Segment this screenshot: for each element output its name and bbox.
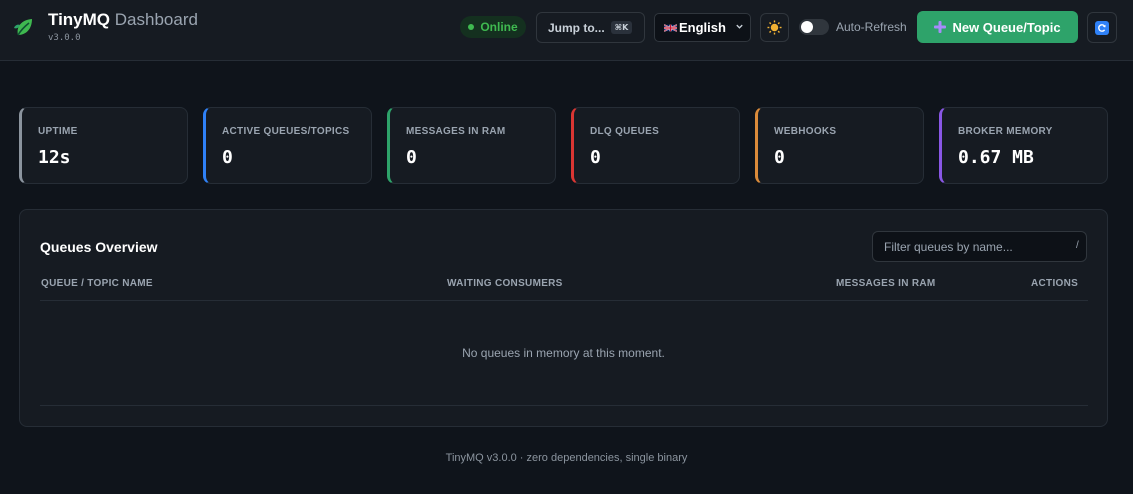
language-select[interactable]: English [654,13,751,42]
stat-value: 0 [222,147,233,168]
stat-value: 12s [38,147,71,168]
leaf-icon [14,19,32,36]
stat-value: 0.67 MB [958,147,1034,168]
stat-label: MESSAGES IN RAM [406,126,506,137]
jump-to-button[interactable]: Jump to... ⌘K [536,12,645,43]
refresh-button[interactable] [1087,12,1117,43]
top-header: TinyMQ Dashboard v3.0.0 Online Jump to..… [0,0,1133,61]
auto-refresh-label: Auto-Refresh [836,20,907,34]
brand-name: TinyMQ [48,10,111,29]
table-header-divider [40,300,1088,301]
auto-refresh-toggle[interactable] [799,19,829,35]
new-queue-label: New Queue/Topic [952,19,1061,35]
column-header-consumers: WAITING CONSUMERS [447,278,563,289]
stat-card-uptime: UPTIME 12s [19,107,188,184]
jump-to-label: Jump to... [548,20,605,35]
chevron-down-icon [736,24,743,29]
stat-card-dlq: DLQ QUEUES 0 [571,107,740,184]
column-header-actions: ACTIONS [1031,278,1079,289]
footer-text: TinyMQ v3.0.0 · zero dependencies, singl… [445,452,688,464]
brand-suffix: Dashboard [114,10,198,29]
stat-label: ACTIVE QUEUES/TOPICS [222,126,350,137]
panel-title: Queues Overview [40,239,158,255]
stat-value: 0 [406,147,417,168]
brand-title: TinyMQ Dashboard [48,10,198,30]
stat-label: UPTIME [38,126,78,137]
status-dot-icon [468,24,475,30]
filter-queues-input[interactable] [872,231,1087,262]
stat-label: DLQ QUEUES [590,126,660,137]
status-text: Online [480,20,518,34]
language-value: English [679,20,726,35]
status-badge: Online [460,16,526,38]
plus-icon [934,21,947,33]
version-label: v3.0.0 [48,33,81,43]
stat-card-broker-memory: BROKER MEMORY 0.67 MB [939,107,1108,184]
empty-state-message: No queues in memory at this moment. [462,346,665,360]
queues-panel: Queues Overview / QUEUE / TOPIC NAME WAI… [19,209,1108,427]
filter-shortcut-badge: / [1076,240,1079,251]
refresh-icon [1095,20,1109,35]
sun-icon [767,20,782,35]
column-header-name: QUEUE / TOPIC NAME [41,278,153,289]
uk-flag-icon [664,23,677,32]
column-header-messages: MESSAGES IN RAM [836,278,936,289]
table-bottom-divider [40,405,1088,406]
jump-shortcut-badge: ⌘K [610,21,633,34]
theme-toggle-button[interactable] [760,13,789,42]
stat-card-active-queues: ACTIVE QUEUES/TOPICS 0 [203,107,372,184]
stat-label: WEBHOOKS [774,126,837,137]
stat-value: 0 [774,147,785,168]
toggle-knob [801,21,813,33]
new-queue-button[interactable]: New Queue/Topic [917,11,1078,43]
stat-card-webhooks: WEBHOOKS 0 [755,107,924,184]
stat-label: BROKER MEMORY [958,126,1053,137]
stat-card-messages: MESSAGES IN RAM 0 [387,107,556,184]
stat-value: 0 [590,147,601,168]
